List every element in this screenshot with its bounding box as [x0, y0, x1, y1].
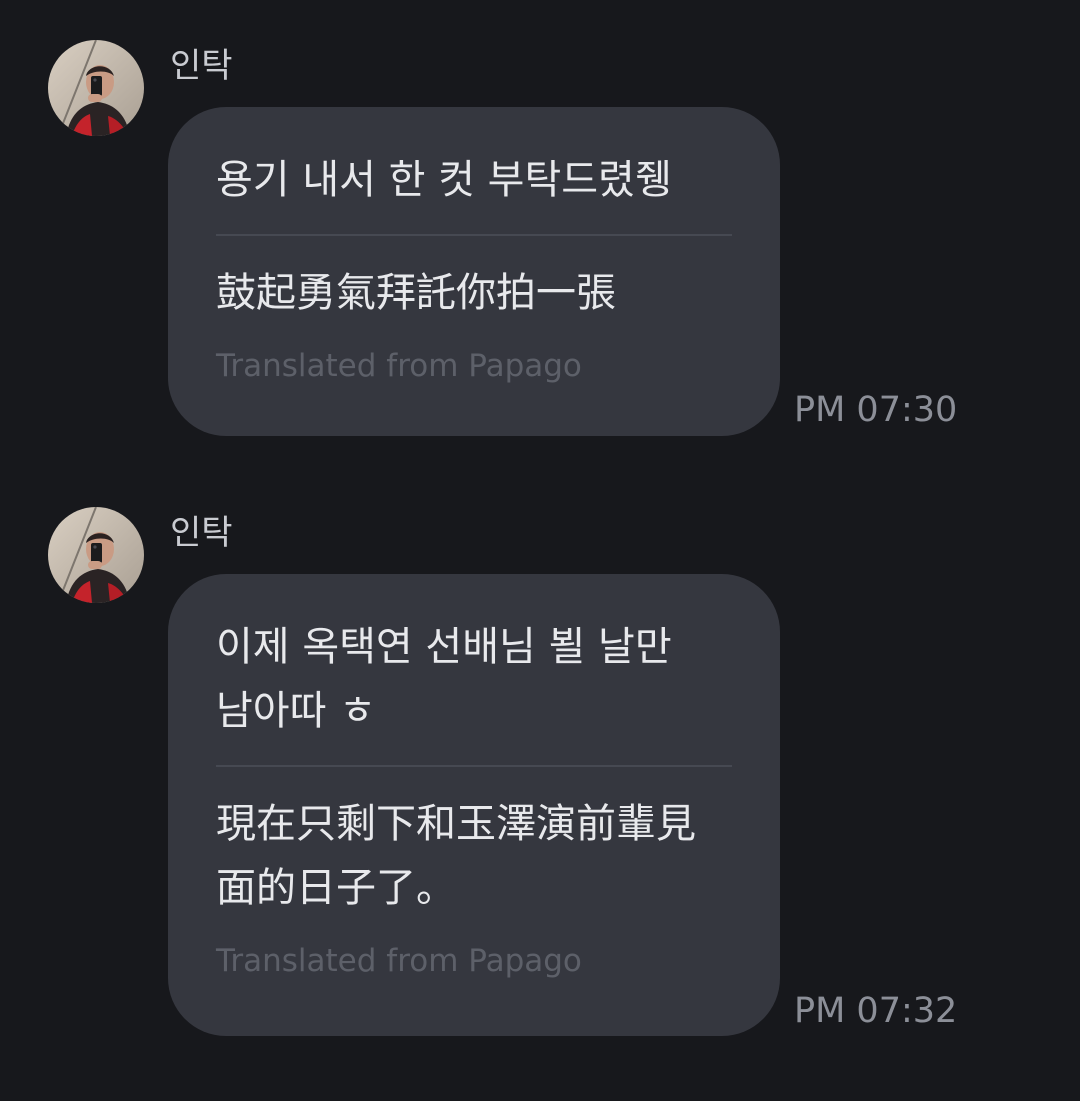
avatar[interactable]: [48, 507, 144, 603]
chat-message: 인탁 이제 옥택연 선배님 뵐 날만 남아따 ㅎ 現在只剩下和玉澤演前輩見面的日…: [0, 507, 1080, 1047]
translation-divider: [216, 234, 732, 236]
profile-photo-icon: [48, 40, 144, 136]
original-text: 용기 내서 한 컷 부탁드렸쥉: [216, 157, 672, 203]
translated-text: 鼓起勇氣拜託你拍一張: [216, 270, 616, 316]
translation-source: Translated from Papago: [216, 943, 582, 979]
chat-message: 인탁 용기 내서 한 컷 부탁드렸쥉 鼓起勇氣拜託你拍一張 Translated…: [0, 40, 1080, 440]
translation-divider: [216, 765, 732, 767]
timestamp: PM 07:32: [794, 991, 958, 1031]
translated-text: 現在只剩下和玉澤演前輩見面的日子了。: [216, 801, 696, 911]
translation-source: Translated from Papago: [216, 348, 582, 384]
timestamp: PM 07:30: [794, 390, 958, 430]
message-bubble[interactable]: 이제 옥택연 선배님 뵐 날만 남아따 ㅎ 現在只剩下和玉澤演前輩見面的日子了。…: [168, 574, 780, 1036]
sender-name: 인탁: [170, 46, 233, 86]
message-bubble[interactable]: 용기 내서 한 컷 부탁드렸쥉 鼓起勇氣拜託你拍一張 Translated fr…: [168, 107, 780, 436]
profile-photo-icon: [48, 507, 144, 603]
sender-name: 인탁: [170, 513, 233, 553]
original-text: 이제 옥택연 선배님 뵐 날만 남아따 ㅎ: [216, 624, 672, 734]
avatar[interactable]: [48, 40, 144, 136]
